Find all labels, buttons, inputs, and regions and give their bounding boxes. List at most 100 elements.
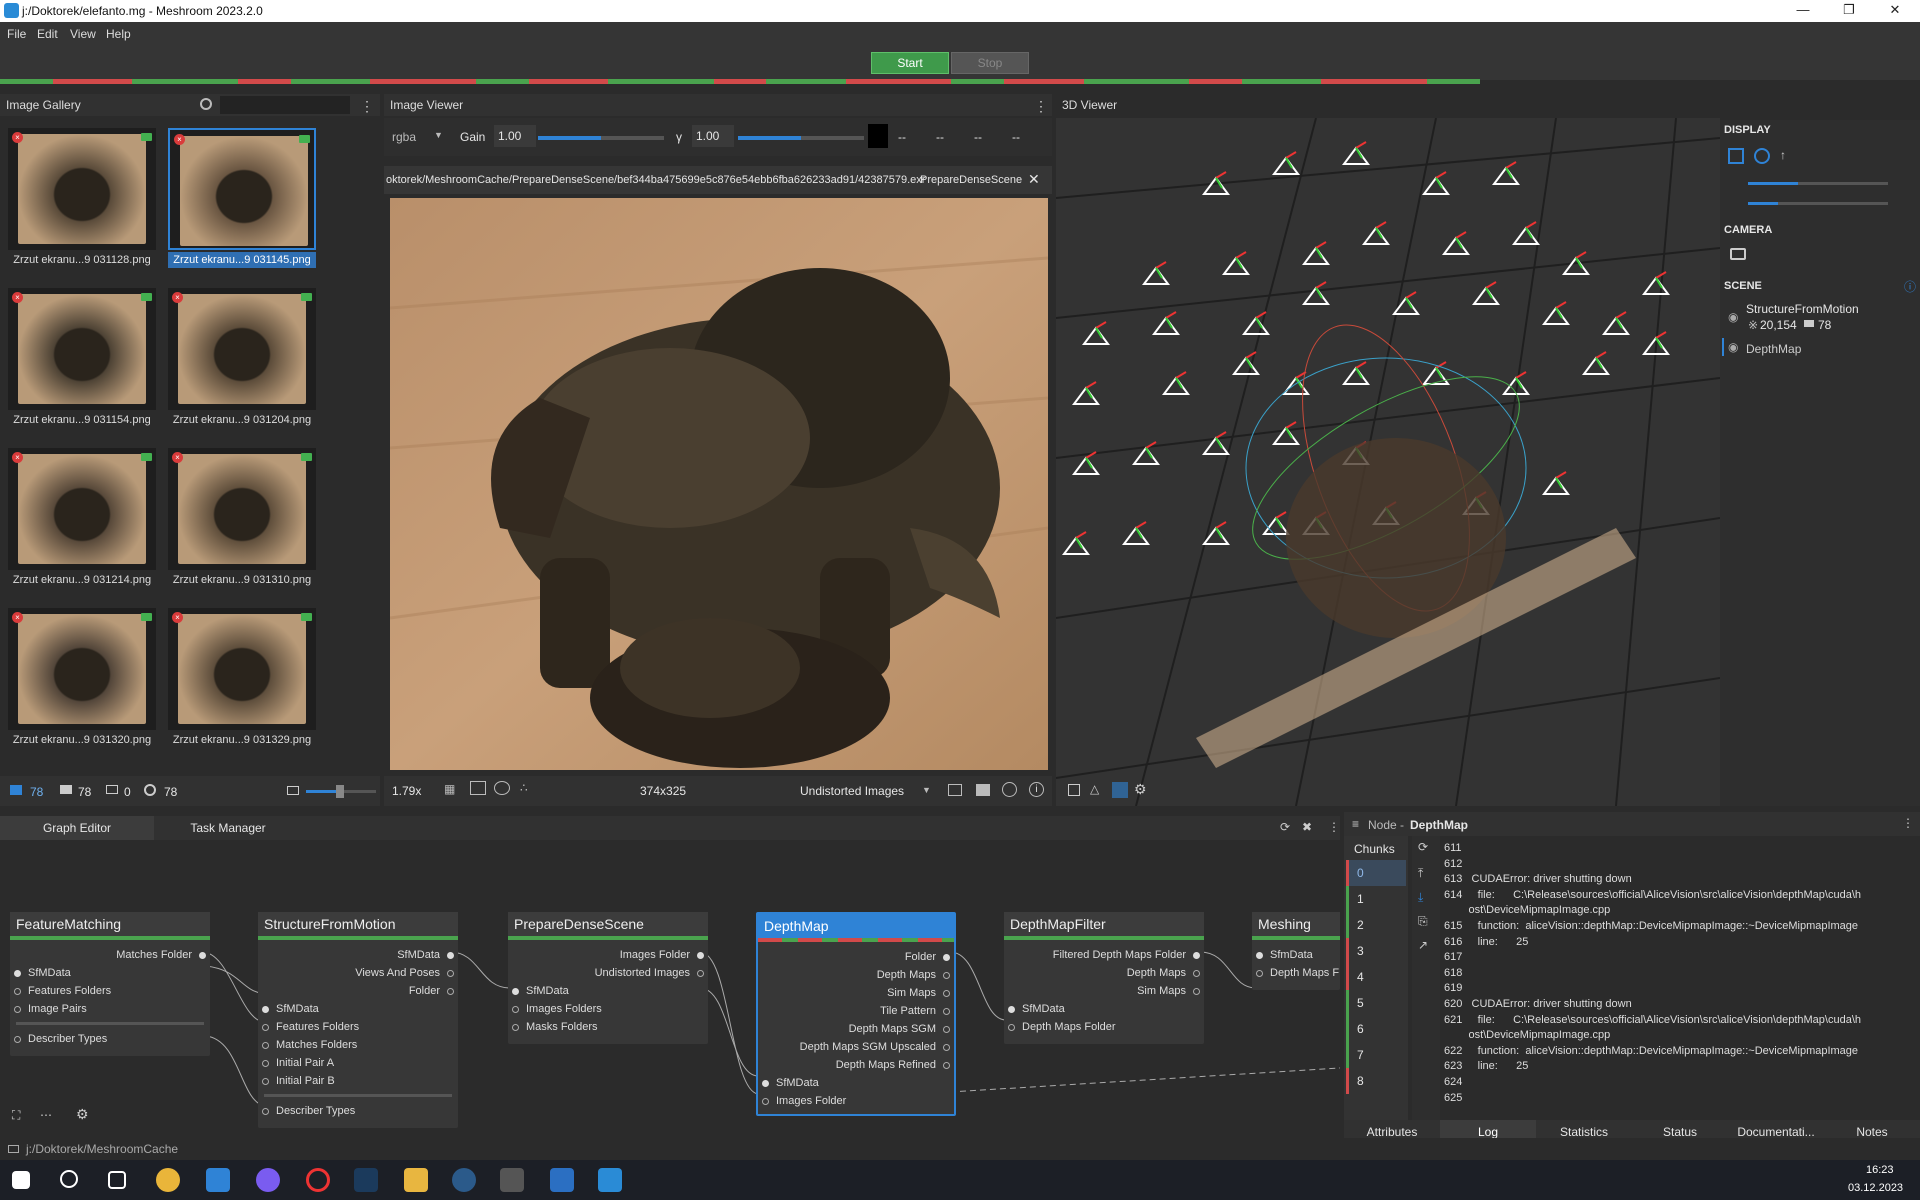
windows-start-icon[interactable] <box>12 1171 30 1189</box>
tab-task-manager[interactable]: Task Manager <box>154 816 302 840</box>
start-button[interactable]: Start <box>871 52 949 74</box>
camera-frustum[interactable] <box>1342 361 1370 385</box>
output-pin[interactable] <box>447 952 454 959</box>
gallery-thumbnail[interactable]: × Zrzut ekranu...9 031145.png <box>168 128 316 268</box>
camera-frustum[interactable] <box>1302 281 1330 305</box>
chevron-down-icon[interactable]: ▼ <box>434 130 443 140</box>
camera-frustum[interactable] <box>1122 521 1150 545</box>
output-pin[interactable] <box>943 972 950 979</box>
camera-frustum[interactable] <box>1142 261 1170 285</box>
camera-frustum[interactable] <box>1602 311 1630 335</box>
grid-icon[interactable] <box>1112 782 1128 798</box>
histogram-icon[interactable] <box>976 784 990 796</box>
gamma-slider[interactable] <box>738 136 864 140</box>
stop-button[interactable]: Stop <box>951 52 1029 74</box>
camera-frustum[interactable] <box>1362 221 1390 245</box>
input-pin[interactable] <box>14 1036 21 1043</box>
camera-frustum[interactable] <box>1272 151 1300 175</box>
gear-icon[interactable]: ⚙ <box>1134 781 1147 798</box>
camera-controls-icon[interactable]: ↑ <box>1780 148 1786 162</box>
input-pin[interactable] <box>512 1006 519 1013</box>
output-pin[interactable] <box>1193 952 1200 959</box>
steam-icon[interactable] <box>354 1168 378 1192</box>
input-pin[interactable] <box>512 1024 519 1031</box>
scene-item-depthmap[interactable]: DepthMap <box>1746 342 1801 356</box>
input-pin[interactable] <box>1008 1006 1015 1013</box>
steam-alt-icon[interactable] <box>452 1168 476 1192</box>
camera-frustum[interactable] <box>1512 221 1540 245</box>
scene-info-icon[interactable]: ⓘ <box>1904 278 1916 295</box>
input-pin[interactable] <box>1008 1024 1015 1031</box>
features-icon[interactable]: ∴ <box>520 781 528 795</box>
close-window-button[interactable]: ✕ <box>1872 0 1918 22</box>
camera-frustum[interactable] <box>1072 381 1100 405</box>
discord-icon[interactable] <box>256 1168 280 1192</box>
viewer-menu-icon[interactable]: ⋮ <box>1034 98 1048 114</box>
search-taskbar-icon[interactable] <box>60 1170 78 1188</box>
camera-frustum[interactable] <box>1472 281 1500 305</box>
screenshot-camera-icon[interactable] <box>1730 248 1746 260</box>
camera-frustum[interactable] <box>1222 251 1250 275</box>
camera-frustum[interactable] <box>1202 431 1230 455</box>
camera-frustum[interactable] <box>1262 511 1290 535</box>
input-pin[interactable] <box>262 1042 269 1049</box>
camera-frustum[interactable] <box>1582 351 1610 375</box>
graph-settings-icon[interactable]: ⚙ <box>76 1106 89 1123</box>
log-view[interactable]: 611 612 613 CUDAError: driver shutting dow… <box>1344 838 1920 1120</box>
camera-frustum[interactable] <box>1272 421 1300 445</box>
frame-icon[interactable] <box>470 781 486 795</box>
gallery-thumbnail[interactable]: × Zrzut ekranu...9 031128.png <box>8 128 156 268</box>
camera-frustum[interactable] <box>1062 531 1090 555</box>
input-pin[interactable] <box>14 1006 21 1013</box>
gain-slider[interactable] <box>538 136 664 140</box>
chrome-icon[interactable] <box>156 1168 180 1192</box>
bbox-icon[interactable] <box>1068 784 1080 796</box>
fit-graph-icon[interactable]: ⛶ <box>12 1108 20 1123</box>
input-pin[interactable] <box>512 988 519 995</box>
tab-graph-editor[interactable]: Graph Editor <box>0 816 154 840</box>
warning-icon[interactable]: △ <box>1090 782 1099 796</box>
input-pin[interactable] <box>1256 970 1263 977</box>
view3d-canvas[interactable] <box>1056 118 1720 806</box>
input-pin[interactable] <box>262 1060 269 1067</box>
output-pin[interactable] <box>447 970 454 977</box>
camera-frustum[interactable] <box>1422 171 1450 195</box>
camera-frustum[interactable] <box>1542 301 1570 325</box>
gallery-thumbnail[interactable]: × Zrzut ekranu...9 031329.png <box>168 608 316 748</box>
camera-frustum[interactable] <box>1442 231 1470 255</box>
task-view-icon[interactable] <box>108 1171 126 1189</box>
app-icon[interactable] <box>550 1168 574 1192</box>
input-pin[interactable] <box>262 1078 269 1085</box>
input-pin[interactable] <box>262 1108 269 1115</box>
gallery-thumbnail[interactable]: × Zrzut ekranu...9 031154.png <box>8 288 156 428</box>
menu-file[interactable]: File <box>7 27 26 41</box>
graph-node[interactable]: DepthMap Folder Depth Maps Sim Maps Tile Pat… <box>756 912 956 1116</box>
meshroom-taskbar-icon[interactable] <box>598 1168 622 1192</box>
opera-icon[interactable] <box>306 1168 330 1192</box>
lens-distortion-icon[interactable] <box>494 781 510 795</box>
node-panel-menu-icon[interactable]: ⋮ <box>1902 816 1914 830</box>
info-icon[interactable]: i <box>1029 782 1044 797</box>
camera-scale-slider[interactable] <box>1748 202 1888 205</box>
gallery-thumbnail[interactable]: × Zrzut ekranu...9 031310.png <box>168 448 316 588</box>
output-pin[interactable] <box>943 1026 950 1033</box>
camera-frustum[interactable] <box>1082 321 1110 345</box>
image-source-select[interactable]: Undistorted Images <box>800 784 904 798</box>
input-pin[interactable] <box>14 970 21 977</box>
maximize-button[interactable]: ❐ <box>1826 0 1872 22</box>
output-pin[interactable] <box>1193 970 1200 977</box>
gallery-menu-icon[interactable]: ⋮ <box>360 98 374 114</box>
menu-view[interactable]: View <box>70 27 96 41</box>
camera-frustum[interactable] <box>1162 371 1190 395</box>
gizmo-toggle-icon[interactable] <box>1754 148 1770 164</box>
camera-frustum[interactable] <box>1302 241 1330 265</box>
more-icon[interactable]: ⋯ <box>40 1108 52 1122</box>
output-pin[interactable] <box>943 990 950 997</box>
camera-frustum[interactable] <box>1152 311 1180 335</box>
unity-icon[interactable] <box>500 1168 524 1192</box>
cache-path[interactable]: j:/Doktorek/MeshroomCache <box>26 1138 178 1160</box>
graph-node[interactable]: FeatureMatching Matches Folder SfMData Feat… <box>10 912 210 1056</box>
minimize-button[interactable]: — <box>1780 0 1826 22</box>
output-pin[interactable] <box>943 1008 950 1015</box>
source-chevron-down-icon[interactable]: ▼ <box>922 785 931 795</box>
